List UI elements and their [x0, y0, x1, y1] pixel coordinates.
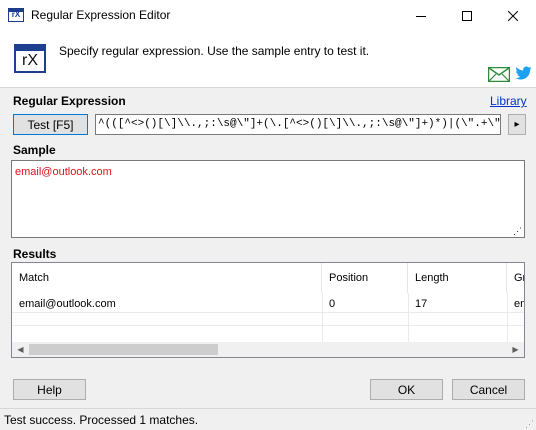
ok-button[interactable]: OK: [370, 379, 443, 400]
app-icon: rX: [8, 8, 24, 22]
regex-section-label: Regular Expression: [13, 94, 126, 108]
minimize-button[interactable]: [398, 0, 444, 31]
results-section-label: Results: [13, 247, 57, 261]
email-icon[interactable]: [488, 67, 510, 82]
column-header-match[interactable]: Match: [12, 263, 322, 293]
help-button[interactable]: Help: [13, 379, 86, 400]
grid-divider: [12, 325, 524, 326]
grid-divider: [12, 312, 524, 313]
chevron-right-icon: ▸: [514, 119, 520, 130]
scroll-right-icon[interactable]: ▶: [507, 342, 524, 357]
grid-divider: [322, 293, 323, 343]
sample-text: email@outlook.com: [15, 166, 112, 178]
window-title: Regular Expression Editor: [31, 8, 171, 22]
column-header-length[interactable]: Length: [408, 263, 507, 293]
title-bar: rX Regular Expression Editor: [0, 0, 536, 31]
grid-divider: [408, 293, 409, 343]
resize-grip-icon: ⋰: [513, 226, 522, 236]
scroll-left-icon[interactable]: ◀: [12, 342, 29, 357]
regex-logo: rX: [14, 44, 46, 73]
grid-divider: [507, 293, 508, 343]
library-link[interactable]: Library: [490, 94, 527, 108]
results-table[interactable]: Match Position Length Gr email@outlook.c…: [11, 262, 525, 358]
maximize-icon: [462, 10, 472, 21]
status-text: Test success. Processed 1 matches.: [4, 413, 199, 427]
twitter-icon[interactable]: [515, 66, 532, 81]
minimize-icon: [416, 15, 426, 17]
sample-input[interactable]: email@outlook.com ⋰: [11, 160, 525, 238]
maximize-button[interactable]: [444, 0, 490, 31]
resize-grip-icon[interactable]: ⋰: [525, 420, 534, 429]
close-button[interactable]: [490, 0, 536, 31]
cancel-button[interactable]: Cancel: [452, 379, 525, 400]
test-button[interactable]: Test [F5]: [13, 114, 88, 135]
regex-expand-button[interactable]: ▸: [508, 114, 526, 135]
horizontal-scrollbar[interactable]: ◀ ▶: [12, 342, 524, 357]
status-bar: Test success. Processed 1 matches. ⋰: [0, 408, 536, 430]
dialog-header: rX Specify regular expression. Use the s…: [0, 31, 536, 88]
regex-input[interactable]: ^(([^<>()[\]\\.,;:\s@\"]+(\.[^<>()[\]\\.…: [95, 114, 501, 135]
scrollbar-thumb[interactable]: [29, 344, 218, 355]
close-icon: [508, 10, 518, 21]
column-header-group[interactable]: Gr: [507, 263, 524, 293]
header-description: Specify regular expression. Use the samp…: [59, 44, 370, 58]
sample-section-label: Sample: [13, 143, 56, 157]
column-header-position[interactable]: Position: [322, 263, 408, 293]
